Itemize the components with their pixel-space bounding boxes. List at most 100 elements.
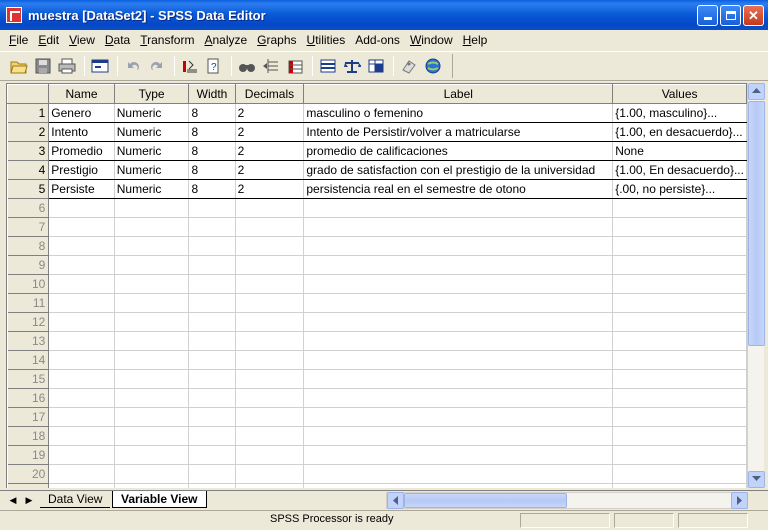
vertical-scroll-thumb[interactable] [748, 101, 765, 346]
name-cell[interactable]: Persiste [48, 179, 115, 199]
variables-icon[interactable]: ? [203, 55, 225, 77]
empty-cell[interactable] [48, 407, 115, 427]
rownum[interactable]: 7 [7, 217, 50, 237]
goto-case-icon[interactable] [179, 55, 201, 77]
column-header-label[interactable]: Label [303, 84, 614, 104]
corner-cell[interactable] [7, 84, 50, 104]
rownum[interactable]: 14 [7, 350, 50, 370]
name-cell[interactable]: Prestigio [48, 160, 115, 180]
empty-cell[interactable] [235, 407, 305, 427]
empty-cell[interactable] [48, 464, 115, 484]
rownum[interactable]: 21 [7, 483, 50, 488]
empty-cell[interactable] [48, 426, 115, 446]
tab-scroll-left-icon[interactable]: ◀ [6, 493, 20, 507]
empty-cell[interactable] [612, 236, 747, 256]
empty-cell[interactable] [48, 350, 115, 370]
menu-window[interactable]: Window [405, 33, 458, 47]
name-cell[interactable]: Promedio [48, 141, 115, 161]
empty-cell[interactable] [235, 293, 305, 313]
type-cell[interactable]: Numeric [114, 122, 190, 142]
menu-view[interactable]: View [64, 33, 100, 47]
empty-cell[interactable] [114, 350, 190, 370]
empty-cell[interactable] [48, 331, 115, 351]
empty-cell[interactable] [48, 293, 115, 313]
empty-cell[interactable] [235, 198, 305, 218]
empty-cell[interactable] [612, 350, 747, 370]
empty-cell[interactable] [114, 293, 190, 313]
empty-cell[interactable] [612, 445, 747, 465]
use-sets-icon[interactable] [422, 55, 444, 77]
empty-cell[interactable] [612, 293, 747, 313]
empty-cell[interactable] [188, 464, 236, 484]
empty-cell[interactable] [188, 350, 236, 370]
menu-graphs[interactable]: Graphs [252, 33, 301, 47]
empty-cell[interactable] [612, 198, 747, 218]
rownum[interactable]: 10 [7, 274, 50, 294]
empty-cell[interactable] [114, 369, 190, 389]
empty-cell[interactable] [235, 445, 305, 465]
type-cell[interactable]: Numeric [114, 160, 190, 180]
rownum[interactable]: 12 [7, 312, 50, 332]
column-header-decimals[interactable]: Decimals [234, 84, 305, 104]
maximize-button[interactable] [720, 5, 741, 26]
empty-cell[interactable] [235, 426, 305, 446]
empty-cell[interactable] [235, 236, 305, 256]
column-header-values[interactable]: Values [612, 84, 747, 104]
empty-cell[interactable] [188, 369, 236, 389]
menu-add-ons[interactable]: Add-ons [350, 33, 405, 47]
find-icon[interactable] [236, 55, 258, 77]
empty-cell[interactable] [235, 255, 305, 275]
empty-cell[interactable] [114, 464, 190, 484]
type-cell[interactable]: Numeric [114, 141, 190, 161]
empty-cell[interactable] [303, 293, 614, 313]
width-cell[interactable]: 8 [188, 122, 236, 142]
empty-cell[interactable] [235, 350, 305, 370]
redo-icon[interactable] [146, 55, 168, 77]
label-cell[interactable]: grado de satisfaction con el prestigio d… [303, 160, 614, 180]
empty-cell[interactable] [612, 388, 747, 408]
empty-cell[interactable] [188, 331, 236, 351]
decimals-cell[interactable]: 2 [235, 160, 305, 180]
empty-cell[interactable] [114, 388, 190, 408]
rownum[interactable]: 17 [7, 407, 50, 427]
empty-cell[interactable] [303, 217, 614, 237]
type-cell[interactable]: Numeric [114, 179, 190, 199]
rownum[interactable]: 6 [7, 198, 50, 218]
empty-cell[interactable] [114, 255, 190, 275]
rownum[interactable]: 18 [7, 426, 50, 446]
empty-cell[interactable] [188, 483, 236, 488]
empty-cell[interactable] [188, 217, 236, 237]
menu-data[interactable]: Data [100, 33, 135, 47]
empty-cell[interactable] [188, 312, 236, 332]
empty-cell[interactable] [303, 255, 614, 275]
empty-cell[interactable] [114, 274, 190, 294]
values-cell[interactable]: {.00, no persiste}... [612, 179, 747, 199]
scroll-up-button[interactable] [748, 83, 765, 100]
split-file-icon[interactable] [317, 55, 339, 77]
empty-cell[interactable] [303, 312, 614, 332]
values-cell[interactable]: {1.00, masculino}... [612, 103, 747, 123]
menu-analyze[interactable]: Analyze [199, 33, 252, 47]
empty-cell[interactable] [188, 407, 236, 427]
dialog-recall-icon[interactable] [89, 55, 111, 77]
rownum[interactable]: 5 [7, 179, 50, 199]
empty-cell[interactable] [114, 217, 190, 237]
spss-app-icon[interactable] [6, 7, 22, 23]
menu-edit[interactable]: Edit [33, 33, 64, 47]
menu-help[interactable]: Help [458, 33, 493, 47]
empty-cell[interactable] [612, 369, 747, 389]
tab-data-view[interactable]: Data View [40, 491, 111, 508]
empty-cell[interactable] [48, 312, 115, 332]
empty-cell[interactable] [188, 236, 236, 256]
rownum[interactable]: 19 [7, 445, 50, 465]
empty-cell[interactable] [188, 388, 236, 408]
horizontal-scrollbar[interactable] [386, 492, 748, 509]
empty-cell[interactable] [303, 274, 614, 294]
empty-cell[interactable] [612, 483, 747, 488]
empty-cell[interactable] [48, 483, 115, 488]
empty-cell[interactable] [48, 369, 115, 389]
empty-cell[interactable] [48, 445, 115, 465]
empty-cell[interactable] [612, 274, 747, 294]
empty-cell[interactable] [303, 331, 614, 351]
empty-cell[interactable] [48, 274, 115, 294]
